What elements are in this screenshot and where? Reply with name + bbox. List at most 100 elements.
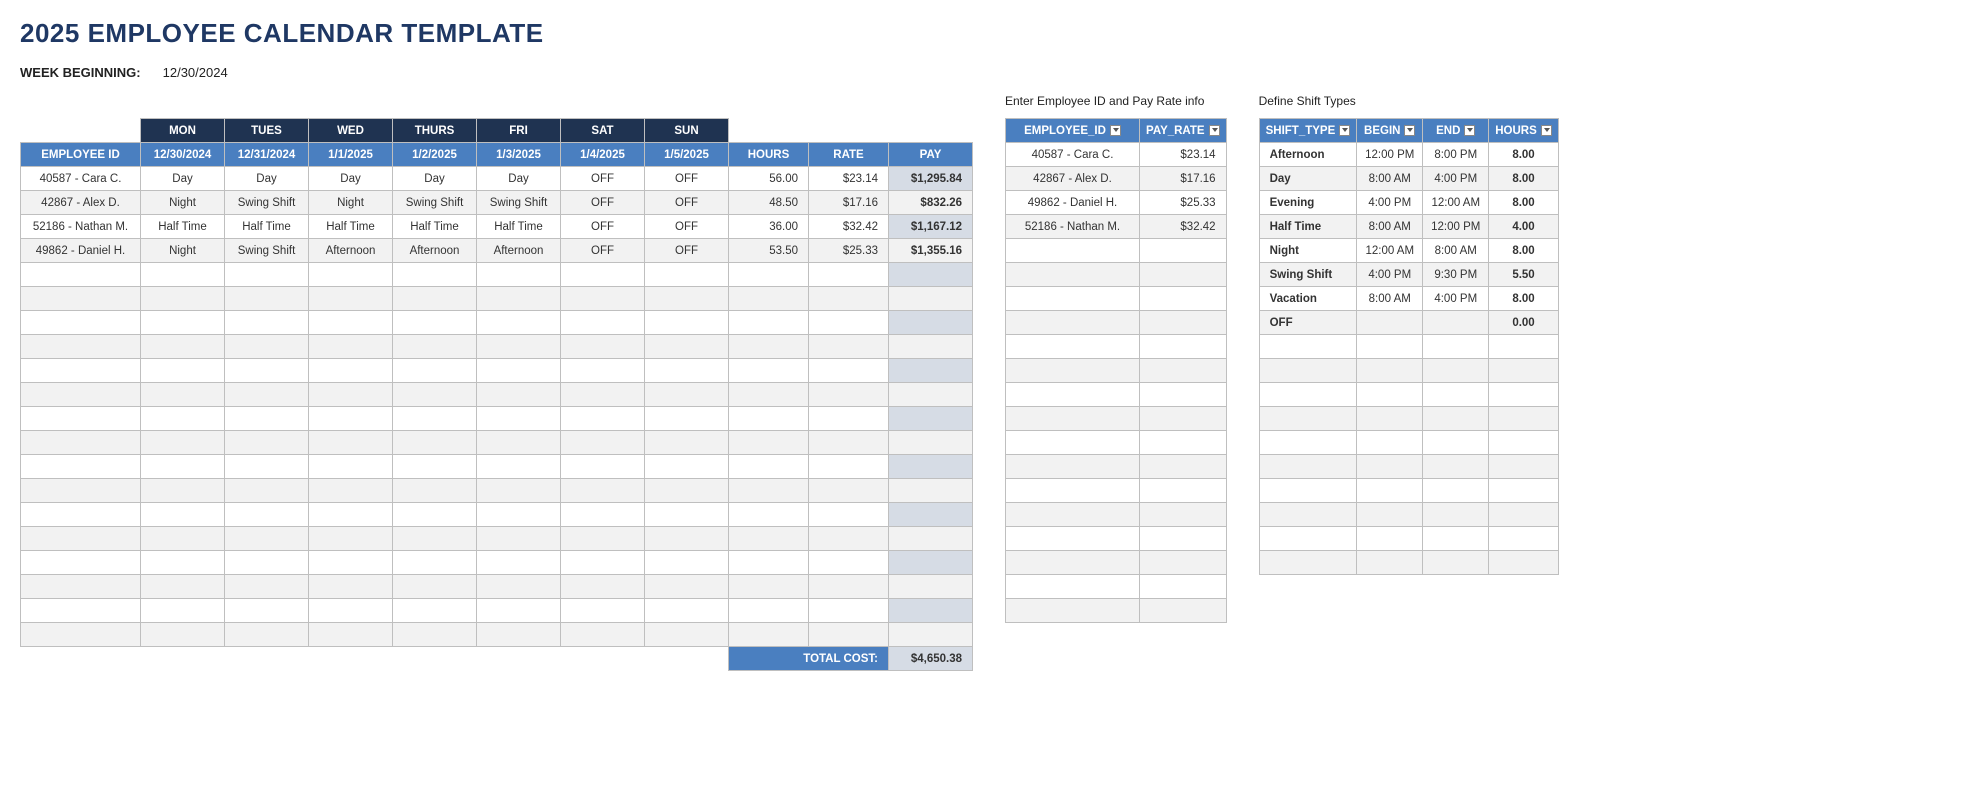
empty-cell[interactable] — [393, 311, 477, 335]
empty-cell[interactable] — [1489, 455, 1559, 479]
empty-cell[interactable] — [477, 575, 561, 599]
shift-cell[interactable]: Afternoon — [393, 239, 477, 263]
empty-cell[interactable] — [561, 335, 645, 359]
empty-cell[interactable] — [393, 359, 477, 383]
employee-id-cell[interactable]: 49862 - Daniel H. — [1006, 191, 1140, 215]
empty-cell[interactable] — [1140, 431, 1227, 455]
empty-cell[interactable] — [1259, 431, 1357, 455]
empty-cell[interactable] — [225, 599, 309, 623]
empty-cell[interactable] — [1006, 575, 1140, 599]
empty-cell[interactable] — [561, 263, 645, 287]
empty-cell[interactable] — [1423, 431, 1489, 455]
empty-cell[interactable] — [1140, 551, 1227, 575]
empty-cell[interactable] — [1423, 527, 1489, 551]
empty-cell[interactable] — [1357, 503, 1423, 527]
shift-end-cell[interactable]: 12:00 PM — [1423, 215, 1489, 239]
empty-cell[interactable] — [1006, 551, 1140, 575]
shift-cell[interactable]: OFF — [645, 239, 729, 263]
empty-cell[interactable] — [21, 455, 141, 479]
empty-cell[interactable] — [645, 263, 729, 287]
shift-begin-cell[interactable]: 4:00 PM — [1357, 191, 1423, 215]
filter-icon[interactable] — [1209, 125, 1220, 136]
empty-cell[interactable] — [225, 263, 309, 287]
shift-cell[interactable]: OFF — [561, 239, 645, 263]
employee-id-cell[interactable]: 52186 - Nathan M. — [1006, 215, 1140, 239]
empty-cell[interactable] — [645, 503, 729, 527]
empty-cell[interactable] — [21, 311, 141, 335]
shift-end-cell[interactable]: 4:00 PM — [1423, 167, 1489, 191]
empty-cell[interactable] — [1357, 383, 1423, 407]
empty-cell[interactable] — [561, 311, 645, 335]
shift-cell[interactable]: Day — [141, 167, 225, 191]
shift-end-cell[interactable]: 9:30 PM — [1423, 263, 1489, 287]
empty-cell[interactable] — [561, 551, 645, 575]
empty-cell[interactable] — [1423, 479, 1489, 503]
empty-cell[interactable] — [393, 431, 477, 455]
empty-cell[interactable] — [1423, 551, 1489, 575]
shift-cell[interactable]: Swing Shift — [477, 191, 561, 215]
empty-cell[interactable] — [225, 407, 309, 431]
shift-cell[interactable]: Half Time — [141, 215, 225, 239]
empty-cell[interactable] — [21, 407, 141, 431]
empty-cell[interactable] — [1423, 359, 1489, 383]
empty-cell[interactable] — [1489, 335, 1559, 359]
shift-end-cell[interactable]: 8:00 AM — [1423, 239, 1489, 263]
empty-cell[interactable] — [141, 263, 225, 287]
empty-cell[interactable] — [309, 551, 393, 575]
empty-cell[interactable] — [1006, 263, 1140, 287]
empty-cell[interactable] — [309, 287, 393, 311]
empty-cell[interactable] — [1006, 239, 1140, 263]
empty-cell[interactable] — [1006, 503, 1140, 527]
empty-cell[interactable] — [1140, 287, 1227, 311]
empty-cell[interactable] — [225, 575, 309, 599]
empty-cell[interactable] — [21, 479, 141, 503]
employee-id-cell[interactable]: 42867 - Alex D. — [1006, 167, 1140, 191]
empty-cell[interactable] — [141, 551, 225, 575]
empty-cell[interactable] — [477, 503, 561, 527]
empty-cell[interactable] — [1140, 263, 1227, 287]
filter-icon[interactable] — [1339, 125, 1350, 136]
empty-cell[interactable] — [477, 287, 561, 311]
empty-cell[interactable] — [645, 575, 729, 599]
empty-cell[interactable] — [477, 335, 561, 359]
empty-cell[interactable] — [1259, 407, 1357, 431]
empty-cell[interactable] — [393, 383, 477, 407]
filter-icon[interactable] — [1541, 125, 1552, 136]
empty-cell[interactable] — [309, 455, 393, 479]
shift-header[interactable]: END — [1423, 119, 1489, 143]
empty-cell[interactable] — [561, 479, 645, 503]
shift-header[interactable]: SHIFT_TYPE — [1259, 119, 1357, 143]
empty-cell[interactable] — [1423, 383, 1489, 407]
empty-cell[interactable] — [225, 623, 309, 647]
empty-cell[interactable] — [477, 455, 561, 479]
empty-cell[interactable] — [225, 359, 309, 383]
empty-cell[interactable] — [141, 503, 225, 527]
empty-cell[interactable] — [1259, 527, 1357, 551]
empty-cell[interactable] — [21, 503, 141, 527]
empty-cell[interactable] — [1006, 383, 1140, 407]
empty-cell[interactable] — [1140, 503, 1227, 527]
empty-cell[interactable] — [309, 359, 393, 383]
empty-cell[interactable] — [309, 383, 393, 407]
empty-cell[interactable] — [1489, 527, 1559, 551]
empty-cell[interactable] — [225, 335, 309, 359]
empty-cell[interactable] — [645, 335, 729, 359]
empty-cell[interactable] — [561, 287, 645, 311]
empty-cell[interactable] — [393, 263, 477, 287]
empty-cell[interactable] — [393, 623, 477, 647]
empty-cell[interactable] — [393, 407, 477, 431]
empty-cell[interactable] — [1006, 599, 1140, 623]
empty-cell[interactable] — [21, 623, 141, 647]
empty-cell[interactable] — [141, 479, 225, 503]
empty-cell[interactable] — [21, 431, 141, 455]
empty-cell[interactable] — [225, 527, 309, 551]
empty-cell[interactable] — [477, 263, 561, 287]
empty-cell[interactable] — [309, 479, 393, 503]
empty-cell[interactable] — [1259, 503, 1357, 527]
pay-rate-cell[interactable]: $32.42 — [1140, 215, 1227, 239]
empty-cell[interactable] — [561, 503, 645, 527]
shift-cell[interactable]: OFF — [561, 191, 645, 215]
empty-cell[interactable] — [1140, 359, 1227, 383]
empty-cell[interactable] — [1006, 335, 1140, 359]
shift-cell[interactable]: Day — [225, 167, 309, 191]
